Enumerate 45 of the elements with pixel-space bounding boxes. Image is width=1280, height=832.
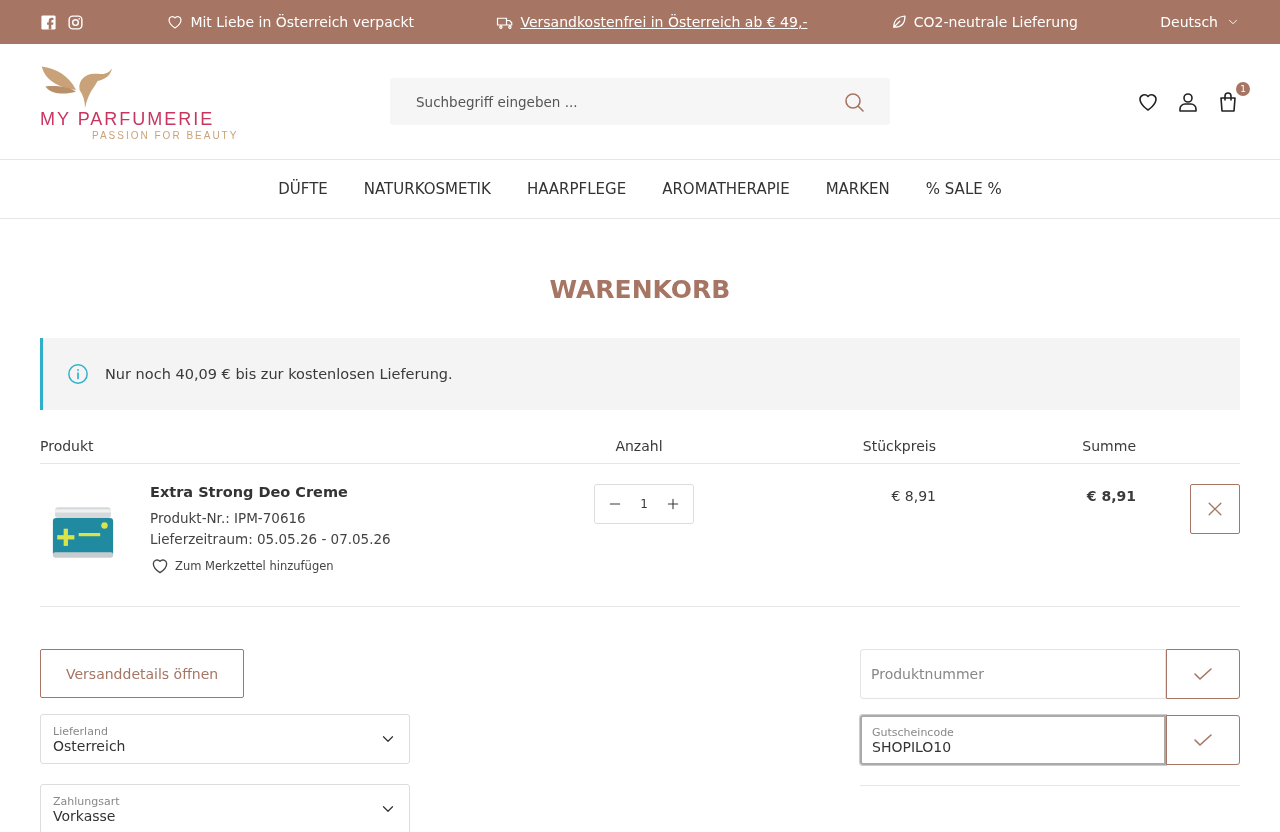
dropdown-field[interactable]: Zahlungsart Vorkasse bbox=[40, 784, 410, 832]
delivery-period: Lieferzeitraum: 05.05.26 - 07.05.26 bbox=[150, 531, 391, 547]
wishlist-link[interactable]: Zum Merkzettel hinzufügen bbox=[150, 556, 334, 576]
nav-link[interactable]: HAARPFLEGE bbox=[526, 180, 627, 198]
page-title: WARENKORB bbox=[548, 275, 732, 304]
product-name[interactable]: Extra Strong Deo Creme bbox=[150, 484, 348, 500]
line-total: € 8,91 bbox=[1086, 488, 1136, 504]
dropdown-field[interactable]: Lieferland Osterreich bbox=[40, 714, 410, 764]
quantity-stepper[interactable]: 1 bbox=[594, 484, 694, 524]
column-header: Produkt bbox=[40, 438, 94, 454]
instagram-icon[interactable] bbox=[67, 13, 84, 31]
shipping-details-button[interactable]: Versanddetails öffnen bbox=[40, 649, 245, 698]
column-header: Summe bbox=[1082, 438, 1136, 454]
logo[interactable]: MY PARFUMERIE PASSION FOR BEAUTY bbox=[40, 62, 250, 141]
heart-icon bbox=[150, 556, 170, 576]
remove-button[interactable] bbox=[1190, 484, 1240, 534]
usp-text: Mit Liebe in Österreich verpackt bbox=[190, 14, 415, 30]
nav-link[interactable]: DÜFTE bbox=[278, 180, 328, 198]
voucher-code-field[interactable]: Gutscheincode SHOPILO10 bbox=[860, 715, 1166, 765]
cart-count-badge: 1 bbox=[1236, 81, 1250, 96]
product-number-field[interactable]: Produktnummer bbox=[860, 649, 1166, 699]
nav-link[interactable]: AROMATHERAPIE bbox=[662, 180, 790, 198]
nav-link[interactable]: NATURKOSMETIK bbox=[363, 180, 491, 198]
product-number: Produkt-Nr.: IPM-70616 bbox=[150, 510, 306, 526]
facebook-icon[interactable] bbox=[40, 13, 57, 31]
column-header: Anzahl bbox=[615, 438, 663, 454]
usp-text: CO2-neutrale Lieferung bbox=[913, 14, 1078, 30]
voucher-code-input[interactable]: SHOPILO10 bbox=[872, 738, 1154, 755]
heart-icon bbox=[166, 13, 185, 31]
field-label: Gutscheincode bbox=[872, 725, 955, 739]
nav-link[interactable]: % SALE % bbox=[925, 180, 1002, 198]
shipping-link[interactable]: Versandkostenfrei in Österreich ab € 49,- bbox=[520, 14, 808, 30]
product-number-input[interactable]: Produktnummer bbox=[871, 666, 1155, 682]
search-field[interactable]: Suchbegriff eingeben ... bbox=[390, 78, 890, 125]
column-header: Stückpreis bbox=[862, 438, 936, 454]
notice-text: Nur noch 40,09 € bis zur kostenlosen Lieferung. bbox=[105, 366, 453, 382]
nav-link[interactable]: MARKEN bbox=[825, 180, 890, 198]
search-input[interactable]: Suchbegriff eingeben ... bbox=[414, 92, 842, 111]
unit-price: € 8,91 bbox=[891, 488, 936, 504]
plus-icon[interactable] bbox=[665, 496, 681, 512]
language-dropdown[interactable]: Deutsch bbox=[1160, 14, 1240, 30]
quantity-value: 1 bbox=[640, 497, 648, 511]
info-icon bbox=[67, 363, 89, 385]
submit-button[interactable] bbox=[1166, 649, 1240, 699]
submit-button[interactable] bbox=[1166, 715, 1240, 765]
